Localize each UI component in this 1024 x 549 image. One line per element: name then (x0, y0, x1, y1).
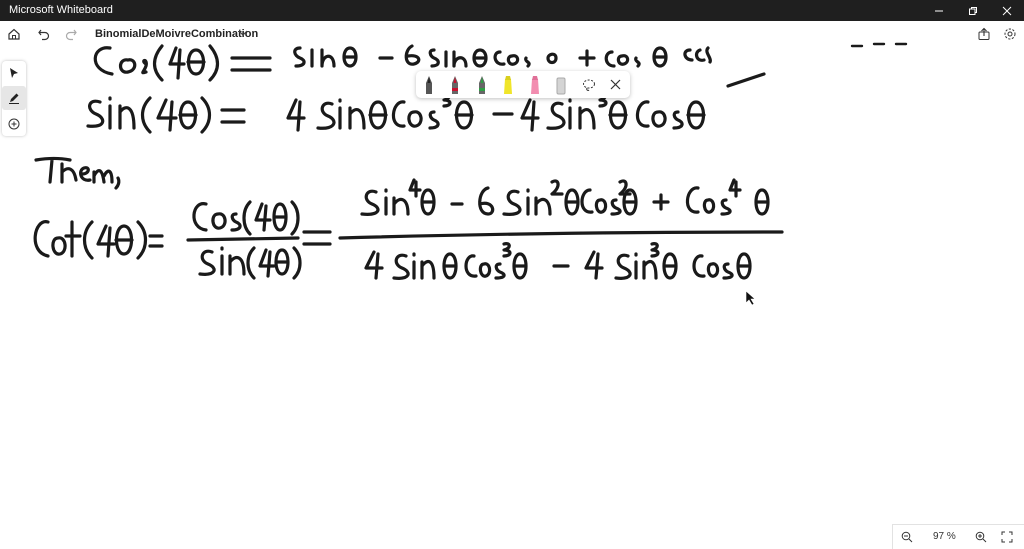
pink-highlighter-icon[interactable] (529, 75, 541, 95)
zoom-out-icon (901, 531, 913, 543)
ink-line-sin4theta (86, 92, 706, 134)
ink-then (34, 156, 121, 190)
fit-screen-icon (1001, 531, 1013, 543)
zoom-in-icon (975, 531, 987, 543)
zoom-bar: 97 % (892, 524, 1024, 549)
ink-checkmark (726, 72, 766, 88)
zoom-out-button[interactable] (899, 529, 915, 545)
ink-cot-equation (33, 178, 784, 280)
fit-to-screen-button[interactable] (999, 529, 1015, 545)
pen-toolbar (416, 71, 630, 98)
green-pen-icon[interactable] (476, 75, 488, 95)
close-icon[interactable] (610, 79, 621, 90)
eraser-icon[interactable] (555, 75, 567, 95)
zoom-in-button[interactable] (973, 529, 989, 545)
mouse-cursor-icon (745, 290, 756, 306)
lasso-icon[interactable] (582, 78, 596, 92)
red-pen-icon[interactable] (449, 75, 461, 95)
ink-fragment (850, 42, 908, 48)
black-pen-icon[interactable] (423, 75, 435, 95)
zoom-level[interactable]: 97 % (933, 531, 956, 542)
yellow-highlighter-icon[interactable] (502, 75, 514, 95)
